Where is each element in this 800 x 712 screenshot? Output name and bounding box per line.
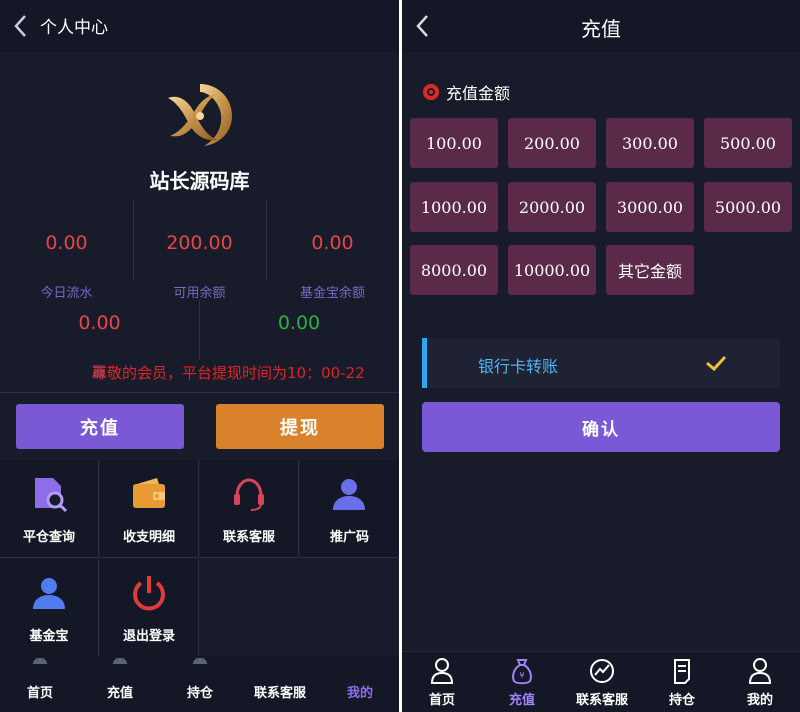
- grid-item-promo-code[interactable]: 推广码: [300, 460, 399, 558]
- amount-option[interactable]: 300.00: [606, 118, 694, 168]
- money-bag-icon: ¥: [512, 659, 532, 685]
- nav-label: 持仓: [668, 693, 695, 708]
- announcement-text: 尊敬的会员，平台提现时间为10：00-22: [92, 364, 365, 382]
- amount-section-header: 充值金额: [422, 80, 510, 104]
- grid-item-customer-service[interactable]: 联系客服: [200, 460, 299, 558]
- headset-icon: [234, 478, 264, 511]
- user-icon: [333, 479, 365, 510]
- nav-label: 充值: [508, 693, 535, 708]
- selection-indicator: [422, 338, 427, 388]
- nav-customer-service[interactable]: 联系客服: [562, 657, 642, 712]
- svg-text:¥: ¥: [519, 671, 524, 680]
- personal-center-screen: 个人中心 站长源码库 0.00 200.00 0.00 今日流水 可用余额 基金…: [0, 0, 399, 712]
- recharge-screen: 充值 充值金额 100.00 200.00 300.00 500.00 1000…: [402, 0, 800, 712]
- grid-item-label: 联系客服: [222, 530, 275, 545]
- today-turnover-label: 今日流水: [40, 286, 93, 301]
- recharge-button[interactable]: 充值: [16, 404, 184, 449]
- function-grid: 平仓查询 收支明细 联系客服 推广码 基金宝 退出登录: [0, 460, 399, 657]
- available-balance-value: 200.00: [166, 232, 233, 254]
- nav-home[interactable]: 首页: [0, 682, 80, 701]
- nav-mine[interactable]: 我的: [720, 657, 800, 712]
- record-icon: [423, 84, 439, 100]
- nav-label: 我的: [746, 693, 773, 708]
- confirm-button[interactable]: 确认: [422, 402, 780, 452]
- nav-positions[interactable]: 持仓: [642, 657, 722, 712]
- nav-label: 联系客服: [575, 693, 628, 708]
- grid-item-label: 收支明细: [122, 530, 175, 545]
- amount-option[interactable]: 8000.00: [410, 245, 498, 295]
- page-title: 充值: [581, 17, 621, 41]
- nav-home[interactable]: 首页: [402, 657, 482, 712]
- nav-recharge[interactable]: 充值: [80, 682, 160, 701]
- amount-option[interactable]: 5000.00: [704, 182, 792, 232]
- today-turnover-value: 0.00: [45, 232, 88, 254]
- grid-item-label: 退出登录: [122, 629, 175, 644]
- amount-option[interactable]: 500.00: [704, 118, 792, 168]
- amount-option[interactable]: 3000.00: [606, 182, 694, 232]
- grid-item-fund[interactable]: 基金宝: [0, 559, 99, 657]
- chart-icon: [590, 659, 614, 683]
- grid-item-logout[interactable]: 退出登录: [100, 559, 199, 657]
- fund-balance-label: 基金宝余额: [299, 286, 365, 301]
- user-icon: [33, 578, 65, 609]
- withdraw-button[interactable]: 提现: [216, 404, 384, 449]
- amount-option[interactable]: 10000.00: [508, 245, 596, 295]
- user-icon: [430, 658, 454, 684]
- amount-option[interactable]: 200.00: [508, 118, 596, 168]
- amount-option[interactable]: 100.00: [410, 118, 498, 168]
- nav-icon-stub: [33, 658, 47, 664]
- payment-method-label: 银行卡转账: [478, 357, 559, 376]
- nav-icon-stub: [193, 658, 207, 664]
- amount-option[interactable]: 1000.00: [410, 182, 498, 232]
- document-search-icon: [35, 478, 68, 513]
- bottom-nav: 首页 ¥ 充值 联系客服 持仓 我的: [402, 651, 800, 712]
- profit-value: 0.00: [78, 312, 121, 334]
- nav-label: 首页: [428, 693, 455, 708]
- back-arrow-icon[interactable]: [12, 12, 30, 40]
- nav-customer-service[interactable]: 联系客服: [240, 682, 320, 701]
- amount-section-title: 充值金额: [446, 84, 511, 103]
- fund-balance-value: 0.00: [311, 232, 354, 254]
- other-amount-option[interactable]: 其它金额: [606, 245, 694, 295]
- amount-option[interactable]: 2000.00: [508, 182, 596, 232]
- grid-item-label: 基金宝: [29, 629, 69, 644]
- checkmark-icon: [706, 355, 727, 372]
- nav-recharge[interactable]: ¥ 充值: [482, 657, 562, 712]
- bottom-nav: 首页 充值 持仓 联系客服 我的: [0, 656, 399, 712]
- user-icon: [748, 658, 772, 684]
- available-balance-label: 可用余额: [173, 286, 226, 301]
- grid-item-label: 平仓查询: [22, 530, 75, 545]
- nav-icon-stub: [113, 658, 127, 664]
- nav-mine[interactable]: 我的: [320, 682, 399, 701]
- nav-positions[interactable]: 持仓: [160, 682, 240, 701]
- document-icon: [674, 659, 690, 684]
- brand-logo: [168, 84, 232, 146]
- floating-profit-value: 0.00: [277, 312, 321, 334]
- section-divider: [0, 392, 399, 393]
- grid-item-transactions[interactable]: 收支明细: [100, 460, 199, 558]
- payment-method-bank-transfer[interactable]: 银行卡转账: [422, 338, 780, 388]
- grid-item-label: 推广码: [329, 530, 369, 545]
- power-icon: [133, 576, 165, 611]
- announcement-marquee: 赢 尊敬的会员，平台提现时间为10：00-22: [0, 362, 399, 384]
- wallet-icon: [133, 478, 165, 508]
- brand-name: 站长源码库: [149, 169, 250, 193]
- header-bar: 充值: [402, 0, 800, 52]
- page-title: 个人中心: [40, 18, 108, 38]
- header-bar: 个人中心: [0, 0, 399, 52]
- grid-item-close-query[interactable]: 平仓查询: [0, 460, 99, 558]
